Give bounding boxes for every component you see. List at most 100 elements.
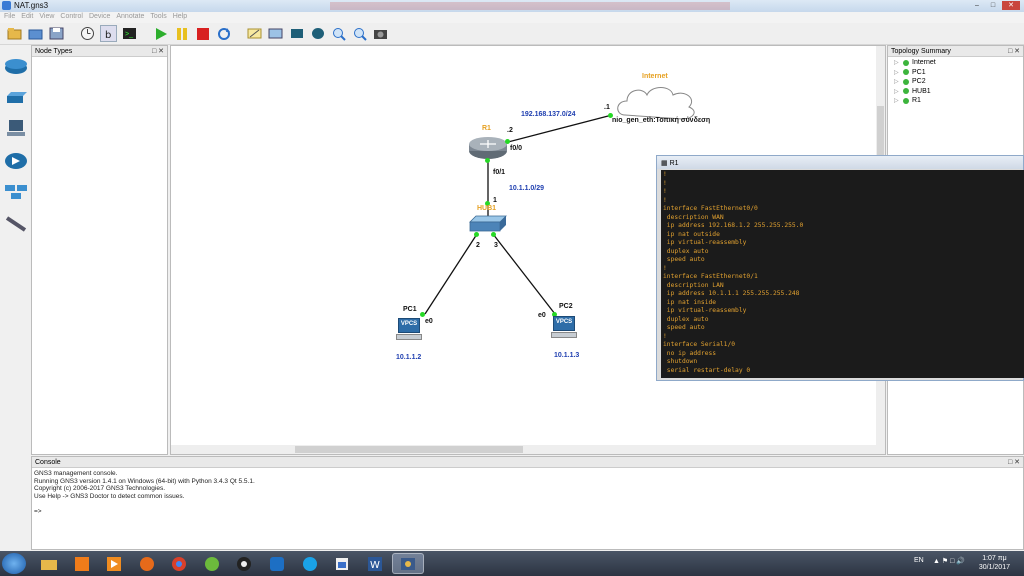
menu-view[interactable]: View — [39, 12, 60, 23]
insert-picture-icon[interactable] — [267, 25, 284, 42]
security-device-category-icon[interactable] — [4, 152, 28, 170]
media-player-task-icon[interactable] — [98, 553, 130, 574]
close-button[interactable]: ✕ — [1002, 1, 1020, 10]
terminal-line: ip virtual-reassembly — [663, 239, 747, 246]
terminal-output[interactable]: !!!! interface FastEthernet0/0 descriptio… — [661, 170, 1024, 378]
internet-label: Internet — [642, 73, 668, 80]
stop-all-icon[interactable] — [194, 25, 211, 42]
router-category-icon[interactable] — [4, 57, 28, 75]
word-task-icon[interactable]: W — [359, 553, 391, 574]
pc2-vpcs-icon[interactable]: VPCS — [551, 316, 577, 342]
clock[interactable]: 1:07 πμ 30/1/2017 — [979, 554, 1010, 572]
end-device-category-icon[interactable] — [4, 119, 28, 137]
start-button[interactable] — [2, 553, 26, 574]
outlook-task-icon[interactable] — [66, 553, 98, 574]
gns3-app-icon — [2, 1, 11, 10]
show-interfaces-icon[interactable]: b — [100, 25, 117, 42]
menu-edit[interactable]: Edit — [21, 12, 39, 23]
topology-item-label: PC2 — [912, 78, 926, 86]
tray-icons[interactable]: ▲ ⚑ □ 🔊 — [933, 557, 965, 565]
menu-file[interactable]: File — [4, 12, 21, 23]
language-indicator[interactable]: EN — [914, 557, 924, 564]
zoom-in-icon[interactable] — [330, 25, 347, 42]
panel-buttons[interactable]: □ ✕ — [1008, 47, 1020, 55]
hub-port1-label: 1 — [493, 197, 497, 204]
wan-dot2-label: .2 — [507, 127, 513, 134]
expand-arrow-icon[interactable]: ▷ — [894, 97, 900, 104]
menu-tools[interactable]: Tools — [150, 12, 172, 23]
terminal-line: interface FastEthernet0/1 — [663, 273, 758, 280]
suspend-all-icon[interactable] — [173, 25, 190, 42]
expand-arrow-icon[interactable]: ▷ — [894, 78, 900, 85]
taskbar: W EN ▲ ⚑ □ 🔊 1:07 πμ 30/1/2017 — [0, 551, 1024, 576]
r1-f01-label: f0/1 — [493, 169, 506, 176]
pc1-label: PC1 — [403, 306, 417, 313]
save-project-icon[interactable] — [48, 25, 65, 42]
svg-text:>_: >_ — [125, 31, 133, 38]
scroll-thumb[interactable] — [295, 446, 523, 453]
status-dot-icon — [903, 59, 909, 66]
panel-buttons[interactable]: □ ✕ — [152, 47, 164, 55]
topology-item[interactable]: ▷ Internet — [888, 58, 1023, 68]
skype-task-icon[interactable] — [294, 553, 326, 574]
topology-item-label: PC1 — [912, 68, 926, 76]
status-dot-icon — [903, 88, 909, 95]
all-devices-category-icon[interactable] — [4, 183, 28, 201]
console-all-icon[interactable]: >_ — [121, 25, 138, 42]
firefox-task-icon[interactable] — [131, 553, 163, 574]
open-project-icon[interactable] — [27, 25, 44, 42]
maximize-button[interactable]: □ — [986, 1, 1000, 10]
draw-rectangle-icon[interactable] — [288, 25, 305, 42]
status-dot-icon — [903, 97, 909, 104]
topology-item[interactable]: ▷ PC2 — [888, 77, 1023, 87]
r1-f00-label: f0/0 — [510, 145, 523, 152]
menu-annotate[interactable]: Annotate — [116, 12, 150, 23]
expand-arrow-icon[interactable]: ▷ — [894, 88, 900, 95]
r1-terminal-window[interactable]: ▦ R1 !!!! interface FastEthernet0/0 descr… — [656, 155, 1024, 381]
menu-control[interactable]: Control — [60, 12, 89, 23]
expand-arrow-icon[interactable]: ▷ — [894, 59, 900, 66]
vpcs-text: VPCS — [555, 319, 573, 325]
terminal-line: duplex auto — [663, 247, 709, 255]
console-prompt[interactable]: => — [32, 508, 1023, 516]
draw-ellipse-icon[interactable] — [309, 25, 326, 42]
teamviewer-task-icon[interactable] — [261, 553, 293, 574]
zoom-out-icon[interactable] — [351, 25, 368, 42]
topology-item[interactable]: ▷ PC1 — [888, 68, 1023, 78]
snapshot-icon[interactable] — [79, 25, 96, 42]
app-task-icon[interactable] — [326, 553, 358, 574]
expand-arrow-icon[interactable]: ▷ — [894, 69, 900, 76]
menu-device[interactable]: Device — [89, 12, 116, 23]
hub-icon[interactable] — [468, 214, 508, 234]
inkscape-task-icon[interactable] — [228, 553, 260, 574]
switch-category-icon[interactable] — [4, 88, 28, 106]
node-types-title: Node Types — [35, 48, 73, 55]
add-link-icon[interactable] — [4, 215, 28, 233]
pc1-vpcs-icon[interactable]: VPCS — [396, 318, 422, 344]
pc1-ip-label: 10.1.1.2 — [396, 354, 422, 361]
menu-bar: File Edit View Control Device Annotate T… — [0, 12, 1024, 23]
terminal-line: ! — [663, 264, 667, 272]
menu-help[interactable]: Help — [173, 12, 193, 23]
reload-all-icon[interactable] — [215, 25, 232, 42]
terminal-title-bar[interactable]: ▦ R1 — [657, 156, 1023, 169]
link-status-dot — [485, 158, 490, 163]
canvas-horizontal-scrollbar[interactable] — [171, 445, 885, 454]
svg-text:W: W — [370, 560, 380, 571]
minimize-button[interactable]: – — [970, 1, 984, 10]
add-note-icon[interactable] — [246, 25, 263, 42]
explorer-task-icon[interactable] — [33, 553, 65, 574]
utorrent-task-icon[interactable] — [196, 553, 228, 574]
topology-item[interactable]: ▷ R1 — [888, 96, 1023, 106]
terminal-line: ip address 10.1.1.1 255.255.255.248 — [663, 290, 800, 297]
terminal-line: shutdown — [663, 358, 698, 365]
gns3-task-icon[interactable] — [392, 553, 424, 574]
console-panel[interactable]: Console □ ✕ GNS3 management console. Run… — [31, 456, 1024, 550]
screenshot-icon[interactable] — [372, 25, 389, 42]
start-all-icon[interactable] — [152, 25, 169, 42]
panel-buttons[interactable]: □ ✕ — [1008, 458, 1020, 466]
new-project-icon[interactable] — [6, 25, 23, 42]
chrome-task-icon[interactable] — [163, 553, 195, 574]
device-type-bar — [0, 45, 30, 455]
topology-item[interactable]: ▷ HUB1 — [888, 87, 1023, 97]
